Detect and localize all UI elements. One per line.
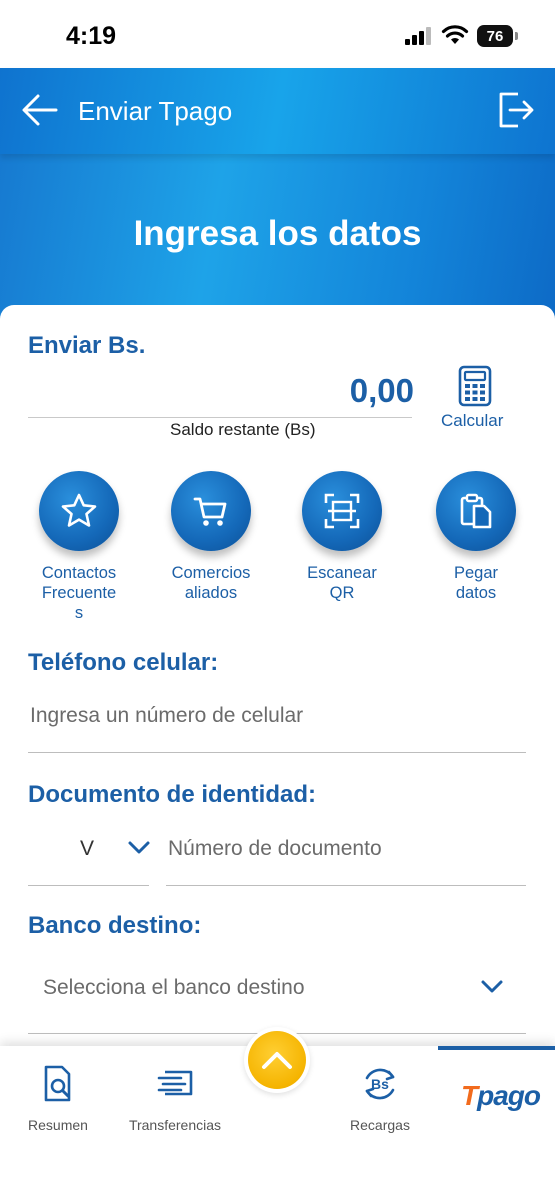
page-heading: Ingresa los datos xyxy=(133,214,422,253)
chevron-down-icon[interactable] xyxy=(127,840,151,856)
qr-scan-icon xyxy=(324,493,360,529)
document-label: Documento de identidad: xyxy=(28,781,316,808)
summary-search-icon xyxy=(44,1065,71,1102)
expand-menu-button[interactable] xyxy=(244,1027,310,1093)
star-icon xyxy=(61,493,97,527)
phone-underline xyxy=(28,752,526,753)
cellular-signal-icon xyxy=(405,27,431,45)
paste-data-button[interactable]: Pegar datos xyxy=(421,471,531,603)
document-type-select[interactable]: V xyxy=(80,837,94,861)
bs-recharge-icon: Bs xyxy=(365,1068,395,1100)
document-number-underline xyxy=(166,885,526,886)
scan-qr-circle[interactable] xyxy=(302,471,382,551)
allied-merchants-label: Comercios aliados xyxy=(171,564,251,602)
top-app-bar: Enviar Tpago xyxy=(0,68,555,154)
nav-transferencias[interactable]: Transferencias xyxy=(120,1068,230,1133)
screen-title: Enviar Tpago xyxy=(78,96,233,126)
frequent-contacts-button[interactable]: Contactos Frecuente s xyxy=(24,471,134,623)
nav-resumen[interactable]: Resumen xyxy=(18,1064,98,1133)
back-arrow-icon[interactable] xyxy=(20,92,60,128)
paste-icon xyxy=(460,493,492,529)
amount-input[interactable]: 0,00 xyxy=(270,372,414,410)
document-number-input[interactable]: Número de documento xyxy=(168,837,382,861)
remaining-balance-label: Saldo restante (Bs) xyxy=(170,420,316,439)
bank-label: Banco destino: xyxy=(28,912,202,939)
status-time: 4:19 xyxy=(66,22,117,50)
transfer-icon xyxy=(157,1070,193,1096)
document-type-underline xyxy=(28,885,149,886)
header: Enviar Tpago Ingresa los datos xyxy=(0,68,555,333)
battery-indicator: 76 xyxy=(477,25,518,47)
frequent-contacts-circle[interactable] xyxy=(39,471,119,551)
calculator-icon[interactable] xyxy=(458,365,492,407)
calculate-button[interactable]: Calcular xyxy=(441,411,503,431)
chevron-up-icon xyxy=(262,1052,292,1069)
form-card: Enviar Bs. 0,00 Saldo restante (Bs) Calc… xyxy=(0,305,555,1065)
paste-data-label: Pegar datos xyxy=(453,564,499,602)
logout-icon[interactable] xyxy=(496,90,536,130)
active-tab-indicator xyxy=(438,1046,555,1050)
paste-data-circle[interactable] xyxy=(436,471,516,551)
amount-underline xyxy=(28,417,412,418)
tpago-logo-rest: pago xyxy=(477,1080,541,1111)
scan-qr-button[interactable]: Escanear QR xyxy=(287,471,397,603)
wifi-icon xyxy=(441,25,469,44)
nav-transferencias-label: Transferencias xyxy=(128,1117,222,1133)
cart-icon xyxy=(193,497,227,526)
scan-qr-label: Escanear QR xyxy=(307,564,377,602)
battery-level: 76 xyxy=(486,27,504,45)
tpago-logo[interactable]: Tpago xyxy=(461,1080,541,1112)
tpago-logo-t: T xyxy=(461,1080,478,1111)
bank-select[interactable]: Selecciona el banco destino xyxy=(43,976,305,1000)
phone-label: Teléfono celular: xyxy=(28,649,219,676)
frequent-contacts-label: Contactos Frecuente s xyxy=(41,564,117,622)
allied-merchants-button[interactable]: Comercios aliados xyxy=(156,471,266,603)
nav-recargas-label: Recargas xyxy=(350,1117,410,1133)
nav-recargas[interactable]: Bs Recargas xyxy=(340,1064,420,1133)
phone-input[interactable]: Ingresa un número de celular xyxy=(30,704,525,728)
svg-text:Bs: Bs xyxy=(371,1076,389,1092)
send-amount-label: Enviar Bs. xyxy=(28,332,146,359)
expand-menu-circle[interactable] xyxy=(248,1031,306,1089)
nav-resumen-label: Resumen xyxy=(28,1117,88,1133)
allied-merchants-circle[interactable] xyxy=(171,471,251,551)
chevron-down-icon[interactable] xyxy=(480,979,504,995)
status-bar: 4:19 76 xyxy=(0,0,555,68)
